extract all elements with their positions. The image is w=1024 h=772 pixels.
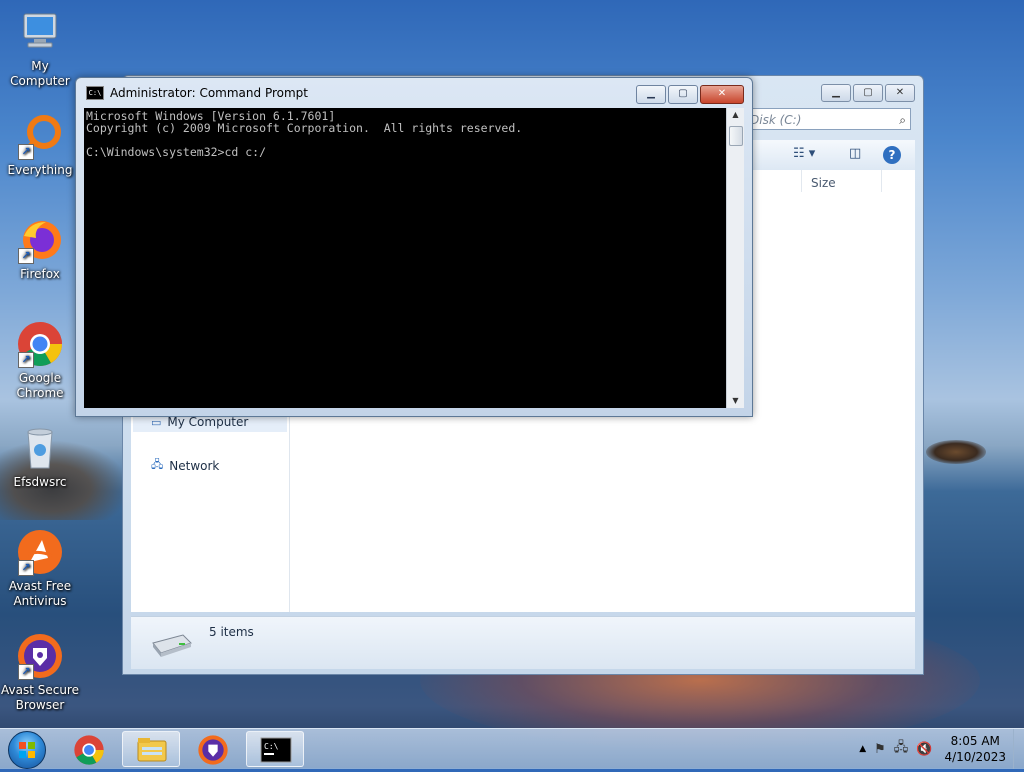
- vertical-scrollbar[interactable]: ▲ ▼: [726, 108, 744, 408]
- window-title: Administrator: Command Prompt: [110, 86, 308, 100]
- preview-pane-icon[interactable]: ◫: [849, 146, 861, 164]
- clock[interactable]: 8:05 AM 4/10/2023: [944, 733, 1006, 765]
- scrollbar-thumb[interactable]: [729, 126, 743, 146]
- chrome-icon: ↗: [16, 320, 64, 368]
- shortcut-arrow-icon: ↗: [18, 664, 34, 680]
- desktop-icon-avast-antivirus[interactable]: ↗ Avast Free Antivirus: [0, 528, 80, 609]
- explorer-window-controls: ▁ ▢ ✕: [821, 84, 915, 102]
- chrome-icon: [74, 735, 104, 765]
- desktop-icon-chrome[interactable]: ↗ Google Chrome: [0, 320, 80, 401]
- taskbar-app-command-prompt[interactable]: C:\: [246, 731, 304, 767]
- window-title-bar[interactable]: C:\ Administrator: Command Prompt: [86, 86, 308, 100]
- desktop-icon-label: My Computer: [10, 59, 70, 88]
- desktop-icon-firefox[interactable]: ↗ Firefox: [0, 216, 80, 282]
- desktop-icon-recycle-bin[interactable]: Efsdwsrc: [0, 424, 80, 490]
- shortcut-arrow-icon: ↗: [18, 560, 34, 576]
- command-prompt-window[interactable]: C:\ Administrator: Command Prompt ▁ ▢ ✕ …: [75, 77, 753, 417]
- nav-item-label: My Computer: [167, 415, 249, 429]
- view-options-icon[interactable]: ☷ ▾: [793, 146, 815, 164]
- desktop-icon-label: Avast Secure Browser: [1, 683, 79, 712]
- column-separator: [881, 170, 882, 192]
- scroll-down-icon[interactable]: ▼: [727, 394, 744, 408]
- computer-icon: [16, 8, 64, 56]
- start-button[interactable]: [4, 730, 50, 769]
- clock-time: 8:05 AM: [950, 734, 1000, 748]
- search-icon: ⌕: [899, 113, 906, 127]
- minimize-button[interactable]: ▁: [636, 85, 666, 104]
- desktop-icon-label: Google Chrome: [16, 371, 64, 400]
- windows-logo-icon: [8, 731, 46, 769]
- taskbar-app-avast-browser[interactable]: [184, 731, 242, 767]
- search-placeholder: Disk (C:): [750, 113, 802, 127]
- network-icon: 🖧: [151, 458, 164, 471]
- drive-icon: [149, 631, 193, 662]
- show-desktop-button[interactable]: [1013, 729, 1024, 769]
- firefox-icon: ↗: [16, 216, 64, 264]
- network-status-icon[interactable]: 🖧: [894, 738, 909, 760]
- minimize-button[interactable]: ▁: [821, 84, 851, 102]
- svg-text:C:\: C:\: [264, 742, 279, 751]
- search-input[interactable]: Disk (C:) ⌕: [743, 108, 911, 130]
- wallpaper-rocks-right: [926, 440, 986, 464]
- column-separator: [801, 170, 802, 192]
- recycle-bin-icon: [16, 424, 64, 472]
- show-hidden-icons-icon[interactable]: ▲: [859, 744, 866, 754]
- maximize-button[interactable]: ▢: [853, 84, 883, 102]
- shortcut-arrow-icon: ↗: [18, 248, 34, 264]
- clock-date: 4/10/2023: [944, 750, 1006, 764]
- taskbar: C:\ ▲ ⚑ 🖧 🔇 8:05 AM 4/10/2023: [0, 728, 1024, 769]
- taskbar-app-file-explorer[interactable]: [122, 731, 180, 767]
- desktop-icon-my-computer[interactable]: My Computer: [0, 8, 80, 89]
- desktop-icon-label: Avast Free Antivirus: [8, 579, 72, 608]
- file-explorer-icon: [137, 738, 167, 762]
- maximize-button[interactable]: ▢: [668, 85, 698, 104]
- shortcut-arrow-icon: ↗: [18, 352, 34, 368]
- column-header-size[interactable]: Size: [811, 176, 836, 190]
- action-center-flag-icon[interactable]: ⚑: [874, 742, 886, 757]
- desktop-icon-label: Firefox: [20, 267, 60, 281]
- system-tray: ▲ ⚑ 🖧 🔇 8:05 AM 4/10/2023: [859, 729, 1006, 769]
- status-item-count: 5 items: [209, 625, 254, 639]
- window-controls: ▁ ▢ ✕: [636, 85, 744, 104]
- close-button[interactable]: ✕: [700, 85, 744, 104]
- desktop-icon-label: Efsdwsrc: [13, 475, 67, 489]
- console-output[interactable]: Microsoft Windows [Version 6.1.7601] Cop…: [84, 108, 726, 408]
- desktop-icon-avast-browser[interactable]: ↗ Avast Secure Browser: [0, 632, 82, 713]
- command-prompt-icon: C:\: [86, 86, 104, 100]
- computer-icon: ▭: [151, 415, 162, 429]
- details-pane: 5 items: [131, 616, 915, 669]
- nav-item-label: Network: [169, 458, 220, 473]
- desktop-icon-everything[interactable]: ↗ Everything: [0, 112, 80, 178]
- command-prompt-icon: C:\: [260, 737, 292, 763]
- avast-browser-icon: [198, 735, 228, 765]
- volume-muted-icon[interactable]: 🔇: [916, 742, 932, 757]
- close-button[interactable]: ✕: [885, 84, 915, 102]
- avast-antivirus-icon: ↗: [16, 528, 64, 576]
- help-icon[interactable]: ?: [883, 146, 901, 164]
- desktop-icon-label: Everything: [7, 163, 73, 177]
- avast-browser-icon: ↗: [16, 632, 64, 680]
- taskbar-app-chrome[interactable]: [60, 731, 118, 767]
- scroll-up-icon[interactable]: ▲: [727, 108, 744, 122]
- everything-search-icon: ↗: [16, 112, 64, 160]
- shortcut-arrow-icon: ↗: [18, 144, 34, 160]
- nav-item-network[interactable]: 🖧 Network: [151, 456, 219, 475]
